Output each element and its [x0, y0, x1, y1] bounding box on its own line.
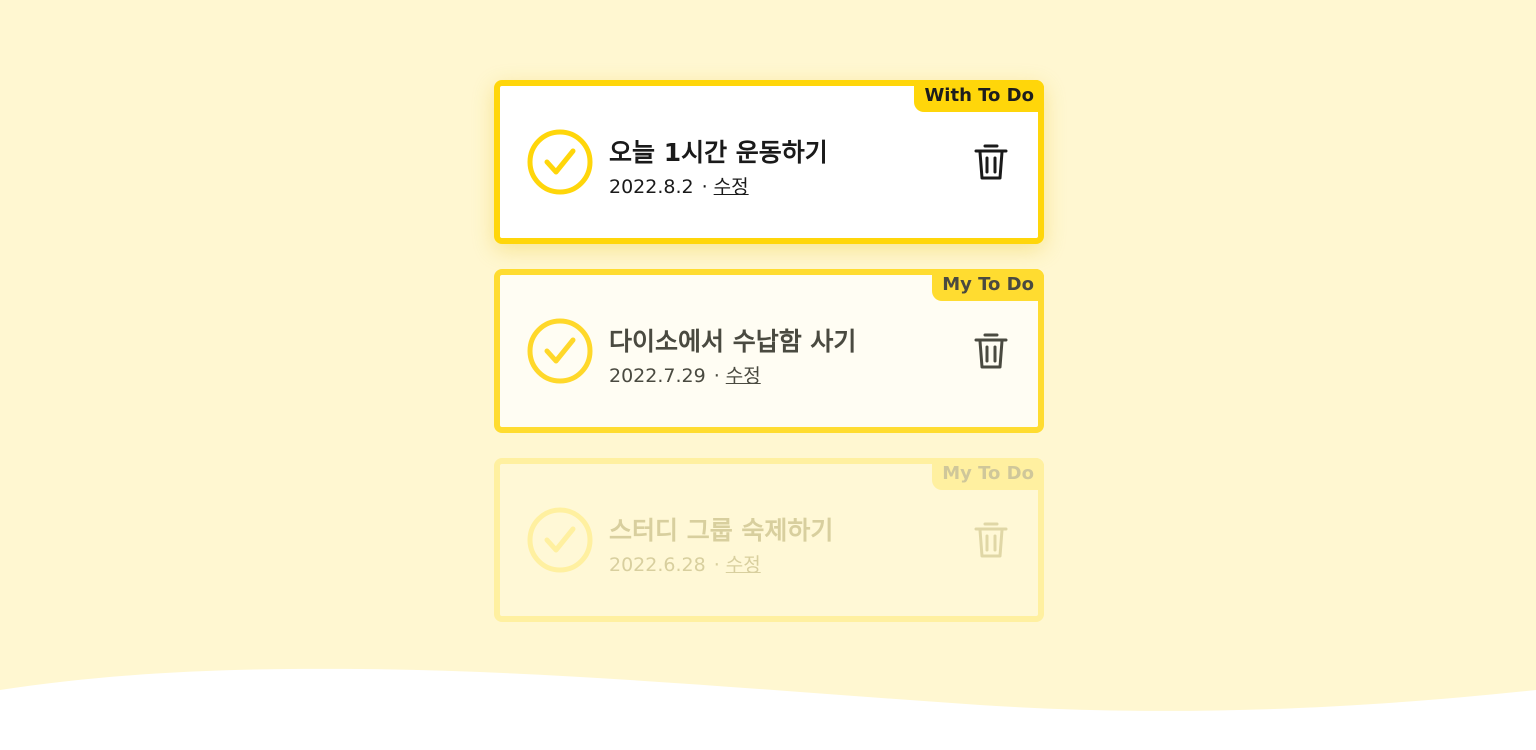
trash-icon[interactable] [974, 332, 1008, 370]
check-circle-icon[interactable] [527, 129, 593, 195]
todo-badge: With To Do [914, 80, 1044, 112]
todo-meta: 2022.7.29 · 수정 [609, 361, 761, 388]
todo-card: With To Do 오늘 1시간 운동하기 2022.8.2 · 수정 [494, 80, 1044, 244]
edit-link[interactable]: 수정 [714, 176, 749, 198]
check-circle-icon[interactable] [527, 318, 593, 384]
meta-separator: · [701, 176, 708, 198]
todo-date: 2022.8.2 [609, 176, 694, 198]
check-circle-icon[interactable] [527, 507, 593, 573]
edit-link[interactable]: 수정 [726, 365, 761, 387]
todo-title: 스터디 그룹 숙제하기 [609, 516, 834, 545]
todo-card: My To Do 스터디 그룹 숙제하기 2022.6.28 · 수정 [494, 458, 1044, 622]
todo-stage: With To Do 오늘 1시간 운동하기 2022.8.2 · 수정 My To… [0, 0, 1536, 750]
todo-badge: My To Do [932, 269, 1044, 301]
todo-date: 2022.7.29 [609, 365, 706, 387]
todo-badge: My To Do [932, 458, 1044, 490]
meta-separator: · [713, 365, 720, 387]
todo-meta: 2022.8.2 · 수정 [609, 172, 749, 199]
trash-icon[interactable] [974, 143, 1008, 181]
todo-date: 2022.6.28 [609, 554, 706, 576]
trash-icon[interactable] [974, 521, 1008, 559]
todo-meta: 2022.6.28 · 수정 [609, 550, 761, 577]
todo-title: 다이소에서 수납함 사기 [609, 327, 857, 356]
todo-title: 오늘 1시간 운동하기 [609, 138, 828, 167]
meta-separator: · [713, 554, 720, 576]
edit-link[interactable]: 수정 [726, 554, 761, 576]
todo-card: My To Do 다이소에서 수납함 사기 2022.7.29 · 수정 [494, 269, 1044, 433]
